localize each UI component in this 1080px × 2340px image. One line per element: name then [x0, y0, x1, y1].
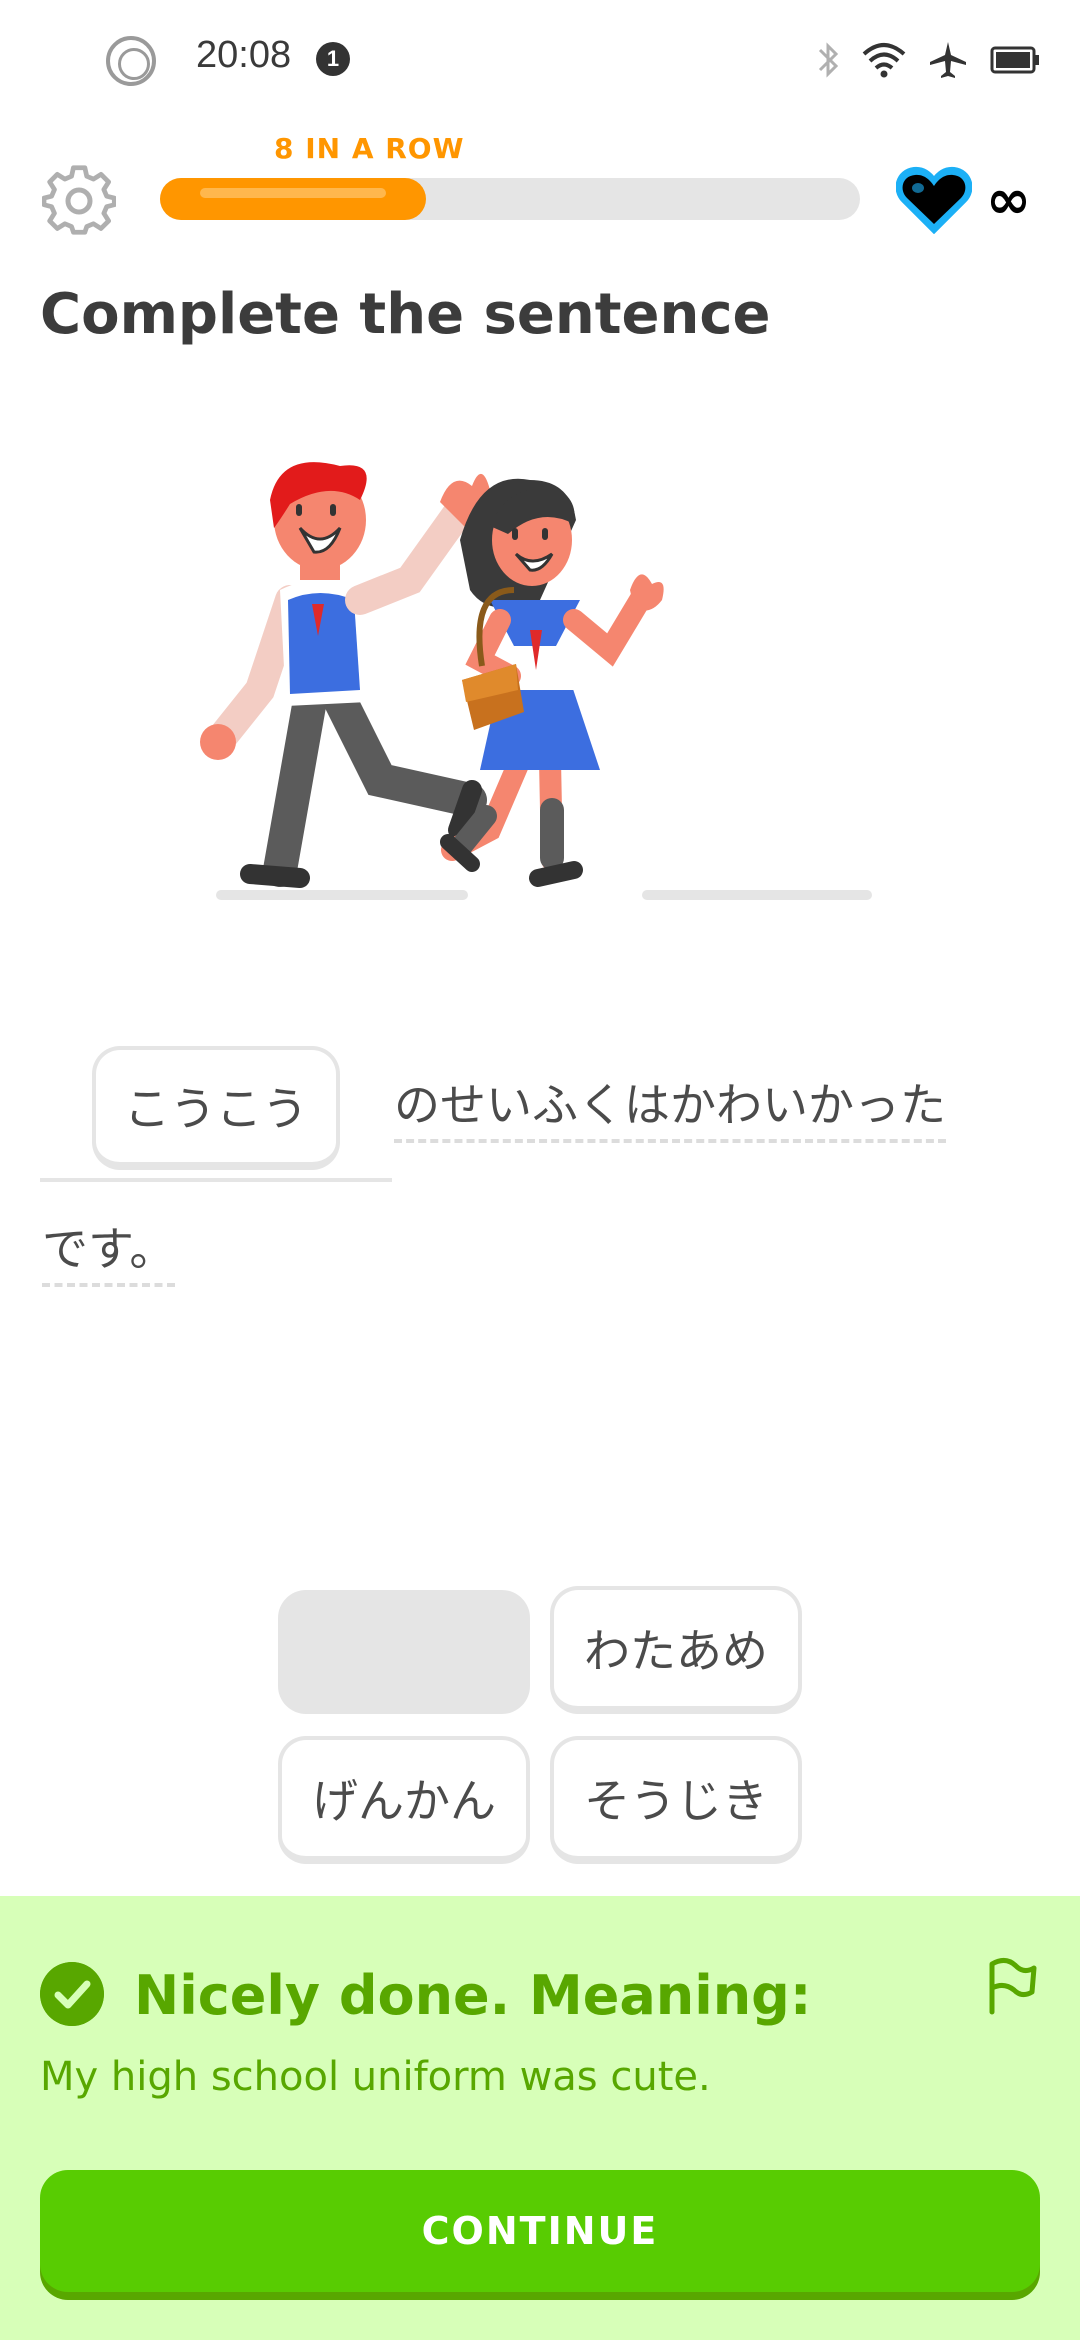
- settings-gear-icon[interactable]: [42, 164, 116, 238]
- status-time: 20:08: [196, 34, 292, 76]
- word-bank-empty-slot: [278, 1590, 530, 1714]
- students-illustration: [200, 462, 872, 900]
- feedback-meaning: My high school uniform was cute.: [40, 2054, 711, 2100]
- word-bank-chip[interactable]: わたあめ: [550, 1586, 802, 1714]
- screen-record-icon: [106, 36, 156, 86]
- sentence-text-part-2[interactable]: です。: [42, 1224, 176, 1287]
- wifi-icon: [862, 43, 906, 78]
- report-flag-icon[interactable]: [984, 1956, 1040, 2016]
- answer-blank-line: [40, 1178, 392, 1182]
- infinite-hearts: ∞: [986, 168, 1031, 231]
- exercise-title: Complete the sentence: [40, 282, 771, 347]
- selected-word-chip[interactable]: こうこう: [92, 1046, 340, 1170]
- continue-button[interactable]: CONTINUE: [40, 2170, 1040, 2292]
- feedback-title: Nicely done. Meaning:: [134, 1964, 812, 2027]
- sentence-text-part-1[interactable]: のせいふくはかわいかった: [394, 1080, 946, 1143]
- girl-character: [440, 478, 664, 887]
- airplane-mode-icon: [930, 42, 966, 78]
- bluetooth-icon: [818, 42, 839, 78]
- check-circle-icon: [40, 1962, 104, 2026]
- heart-icon[interactable]: [896, 166, 972, 234]
- word-bank-chip[interactable]: げんかん: [278, 1736, 530, 1864]
- boy-character: [200, 462, 492, 888]
- status-bar: 20:08 1: [0, 0, 1080, 120]
- lesson-progress-fill: [160, 178, 426, 220]
- streak-label: 8 IN A ROW: [274, 132, 465, 165]
- status-icons: [816, 36, 1040, 84]
- notification-badge: 1: [316, 42, 350, 76]
- battery-icon: [990, 46, 1039, 74]
- progress-shine: [200, 188, 386, 198]
- word-bank-chip[interactable]: そうじき: [550, 1736, 802, 1864]
- lesson-progress-bar: [160, 178, 860, 220]
